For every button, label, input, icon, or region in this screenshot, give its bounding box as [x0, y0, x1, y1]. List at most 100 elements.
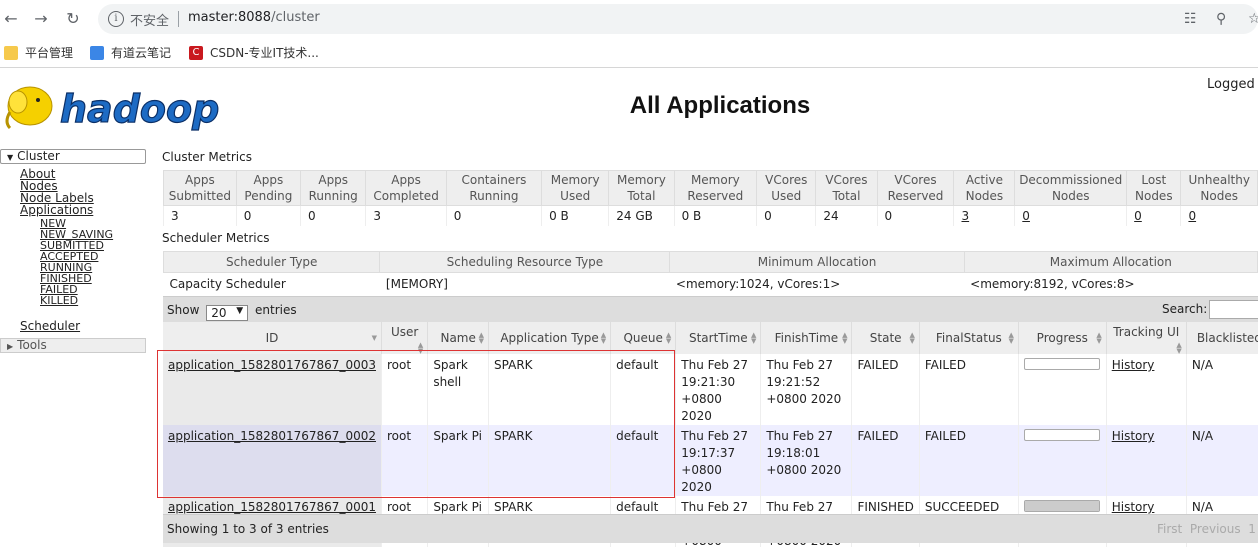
metric-header: Apps Submitted — [163, 170, 237, 206]
table-cell: root — [381, 425, 429, 496]
forward-icon[interactable]: → — [30, 8, 52, 30]
app-user: root — [386, 358, 412, 372]
insecure-label: 不安全 — [130, 14, 170, 29]
metric-value: 0 — [876, 205, 954, 226]
sched-type-value: Capacity Scheduler — [169, 276, 286, 291]
col-user[interactable]: User ▲ ▼ — [381, 322, 429, 355]
table-cell: History — [1106, 425, 1187, 496]
pager-previous[interactable]: Previous — [1190, 522, 1241, 536]
info-icon[interactable]: i — [108, 11, 124, 27]
col-tracking-ui[interactable]: Tracking UI ▲ ▼ — [1106, 322, 1187, 355]
app-state: FAILED — [857, 429, 899, 443]
show-label: Show — [167, 303, 200, 317]
metric-value-link[interactable]: 3 — [961, 209, 969, 223]
tracking-link[interactable]: History — [1112, 429, 1155, 443]
metrics-header-row: Apps Submitted Apps Pending Apps Running Apps C… — [163, 170, 1258, 206]
dropdown-caret-icon: ▼ — [236, 306, 244, 316]
bookmark-star-icon[interactable]: ☆ — [1248, 11, 1258, 27]
col-final-status-label: FinalStatus — [935, 331, 1002, 345]
table-cell: FAILED — [851, 425, 920, 496]
col-app-type[interactable]: Application Type ▲ ▼ — [488, 322, 612, 354]
back-icon[interactable]: ← — [0, 8, 22, 30]
col-progress[interactable]: Progress ▲ ▼ — [1018, 322, 1107, 354]
app-id-link[interactable]: application_1582801767867_0002 — [168, 429, 376, 443]
metric-value-link[interactable]: 0 — [1188, 209, 1196, 223]
metric-value-text: 0 — [243, 208, 252, 223]
metric-header: Memory Total — [608, 170, 675, 206]
metrics-value-row: 3 0 0 3 0 0 B 24 GB 0 B 0 24 0 3 0 0 0 — [163, 205, 1258, 226]
metric-header: Decommissioned Nodes — [1014, 170, 1128, 206]
table-row: application_1582801767867_0002 root Spark … — [163, 425, 1258, 496]
bookmark-csdn[interactable]: C CSDN-专业IT技术... — [189, 44, 319, 61]
entries-select-value: 20 — [211, 306, 227, 320]
metric-header-line: Running — [308, 189, 358, 203]
app-id-link[interactable]: application_1582801767867_0001 — [168, 500, 376, 514]
cluster-menu-header[interactable]: ▼ Cluster — [0, 149, 146, 164]
col-tracking-ui-label: Tracking UI — [1113, 325, 1180, 339]
metric-value-link[interactable]: 0 — [1022, 209, 1030, 223]
reload-icon[interactable]: ↻ — [62, 8, 84, 30]
bookmark-platform[interactable]: 平台管理 — [4, 44, 73, 61]
metric-header-line: Memory — [690, 173, 740, 187]
sort-icon: ▲ ▼ — [1096, 331, 1102, 345]
col-blacklisted[interactable]: Blacklisted — [1186, 322, 1258, 354]
app-start-time: Thu Feb 27 19:21:30 +0800 2020 — [681, 358, 748, 423]
col-state[interactable]: State ▲ ▼ — [851, 322, 920, 354]
table-cell — [1018, 425, 1107, 496]
col-id[interactable]: ID ▼ — [163, 322, 382, 354]
metric-header: Apps Completed — [365, 170, 447, 206]
col-final-status[interactable]: FinalStatus ▲ ▼ — [919, 322, 1019, 354]
metric-header: Lost Nodes — [1126, 170, 1182, 206]
entries-select[interactable]: 20 ▼ — [206, 305, 249, 321]
metric-header-line: Used — [560, 189, 591, 203]
bookmark-youdao[interactable]: 有道云笔记 — [90, 44, 171, 61]
address-bar[interactable]: i 不安全 master:8088/cluster ☷ ⚲ ☆ — [98, 4, 1258, 34]
pager-first[interactable]: First — [1157, 522, 1182, 536]
col-finish-time[interactable]: FinishTime ▲ ▼ — [760, 322, 853, 354]
table-cell: application_1582801767867_0002 — [163, 425, 382, 496]
metric-header-line: Active — [965, 173, 1003, 187]
translate-icon[interactable]: ☷ — [1184, 11, 1197, 27]
sort-icon: ▲ ▼ — [600, 331, 607, 345]
metric-header-line: Lost — [1141, 173, 1167, 187]
col-start-time[interactable]: StartTime ▲ ▼ — [675, 322, 762, 354]
tools-menu-header[interactable]: ▶ Tools — [0, 338, 146, 353]
note-icon — [90, 45, 104, 60]
metric-header-line: Memory — [617, 173, 666, 187]
app-id-link[interactable]: application_1582801767867_0003 — [168, 358, 376, 372]
col-queue[interactable]: Queue ▲ ▼ — [610, 322, 677, 354]
metric-header-line: Containers — [461, 173, 527, 187]
tracking-link[interactable]: History — [1112, 500, 1155, 514]
app-finish-time: Thu Feb 27 19:18:01 +0800 2020 — [766, 429, 842, 477]
zoom-icon[interactable]: ⚲ — [1216, 11, 1226, 27]
metric-value: 0 — [1126, 205, 1181, 226]
sidebar-state-killed[interactable]: KILLED — [0, 295, 146, 306]
col-name[interactable]: Name ▲ ▼ — [427, 322, 490, 354]
col-name-label: Name — [440, 331, 476, 345]
sort-icon: ▲ ▼ — [842, 331, 848, 345]
metric-header: VCores Total — [815, 170, 878, 206]
search-input[interactable] — [1209, 300, 1258, 319]
app-type: SPARK — [494, 429, 533, 443]
triangle-right-icon: ▶ — [7, 342, 14, 351]
col-app-type-label: Application Type — [500, 331, 599, 345]
metric-value-text: 3 — [373, 208, 382, 223]
sidebar-link-scheduler[interactable]: Scheduler — [0, 320, 146, 332]
metric-value-text: 0 — [453, 208, 462, 223]
url-host: master:8088 — [188, 10, 272, 25]
browser-toolbar: ← → ↻ i 不安全 master:8088/cluster ☷ ⚲ ☆ — [0, 0, 1258, 38]
pager-page-1[interactable]: 1 — [1248, 522, 1256, 536]
metric-value-link[interactable]: 0 — [1134, 209, 1142, 223]
metric-header-line: Completed — [373, 189, 439, 203]
app-queue: default — [616, 429, 659, 443]
sidebar-link-applications[interactable]: Applications — [20, 204, 146, 216]
page-title: All Applications — [629, 92, 811, 119]
metric-header: Unhealthy Nodes — [1180, 170, 1258, 206]
tracking-link[interactable]: History — [1112, 358, 1155, 372]
table-cell: FAILED — [919, 354, 1019, 425]
metric-header: Memory Reserved — [673, 170, 758, 206]
url-text[interactable]: master:8088/cluster — [188, 10, 320, 25]
app-state-links: NEW NEW_SAVING SUBMITTED ACCEPTED RUNNIN… — [0, 216, 146, 306]
metric-header-line: VCores — [894, 173, 937, 187]
table-row: application_1582801767867_0003 root Spark … — [163, 354, 1258, 425]
